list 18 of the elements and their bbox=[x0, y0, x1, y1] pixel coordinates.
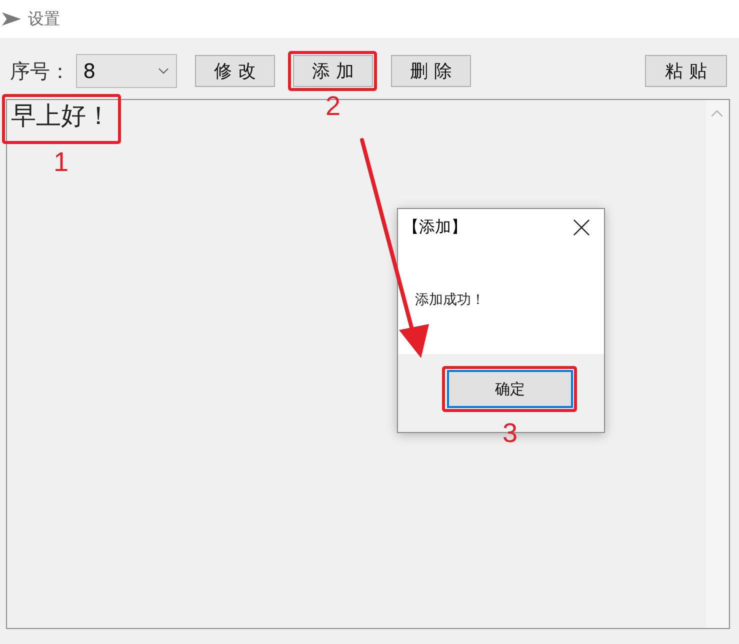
ok-button[interactable]: 确定 bbox=[447, 370, 573, 408]
callout-number: 3 bbox=[502, 420, 518, 447]
paste-button[interactable]: 粘 贴 bbox=[645, 55, 727, 87]
window-title: 设置 bbox=[28, 8, 60, 30]
delete-button[interactable]: 删 除 bbox=[391, 55, 471, 87]
dialog-title: 【添加】 bbox=[403, 216, 467, 238]
text-line: 早上好！ bbox=[11, 102, 111, 131]
chevron-down-icon bbox=[158, 68, 169, 74]
plane-icon bbox=[2, 12, 21, 26]
index-dropdown[interactable]: 8 bbox=[76, 54, 177, 88]
index-label: 序号： bbox=[10, 58, 71, 84]
callout-number: 1 bbox=[53, 149, 69, 176]
scrollbar[interactable] bbox=[706, 100, 728, 628]
close-icon[interactable] bbox=[573, 218, 590, 236]
add-button[interactable]: 添 加 bbox=[293, 55, 373, 87]
chevron-up-icon[interactable] bbox=[711, 110, 723, 117]
edit-button[interactable]: 修 改 bbox=[195, 55, 275, 87]
dialog-message: 添加成功！ bbox=[415, 290, 485, 308]
